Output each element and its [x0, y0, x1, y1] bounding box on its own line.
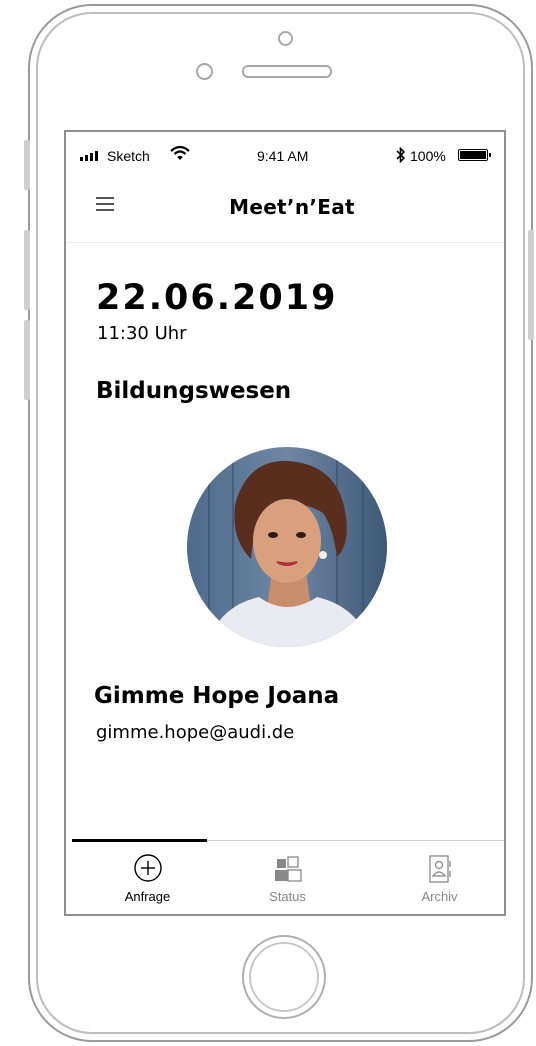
status-time: 9:41 AM [257, 148, 309, 164]
bluetooth-icon [396, 146, 406, 166]
contact-name: Gimme Hope Joana [94, 683, 340, 709]
status-bar: Sketch 9:41 AM 100% [66, 132, 504, 180]
navigation-bar: Meet’n’Eat [66, 180, 504, 243]
event-time: 11:30 Uhr [97, 323, 187, 344]
tab-bar: Anfrage Status Archiv [72, 839, 504, 914]
proximity-sensor [196, 63, 213, 80]
tab-label-anfrage: Anfrage [124, 889, 171, 904]
app-screen: Sketch 9:41 AM 100% Meet’n’Eat 22.06.201… [64, 130, 506, 916]
front-camera [278, 31, 293, 46]
event-date: 22.06.2019 [96, 278, 338, 318]
tab-label-archiv: Archiv [421, 889, 458, 904]
tab-status[interactable]: Status [220, 841, 355, 914]
tab-archiv[interactable]: Archiv [372, 841, 504, 914]
page-title: Meet’n’Eat [229, 195, 355, 219]
signal-icon [80, 151, 98, 161]
carrier-label: Sketch [107, 148, 150, 164]
battery-percent: 100% [410, 148, 446, 164]
tab-anfrage[interactable]: Anfrage [80, 841, 215, 914]
mute-switch [24, 140, 30, 190]
home-button[interactable] [242, 935, 326, 1019]
power-button [528, 230, 534, 340]
contact-email[interactable]: gimme.hope@audi.de [96, 722, 294, 743]
plus-circle-icon [133, 853, 163, 887]
volume-down-button [24, 320, 30, 400]
profile-photo [187, 447, 387, 647]
avatar [187, 447, 387, 647]
event-category: Bildungswesen [96, 378, 292, 404]
earpiece-speaker [242, 65, 332, 78]
tab-label-status: Status [269, 889, 306, 904]
volume-up-button [24, 230, 30, 310]
status-icon [272, 853, 304, 889]
wifi-icon [170, 145, 190, 166]
archive-icon [425, 853, 455, 889]
battery-icon [458, 149, 491, 161]
